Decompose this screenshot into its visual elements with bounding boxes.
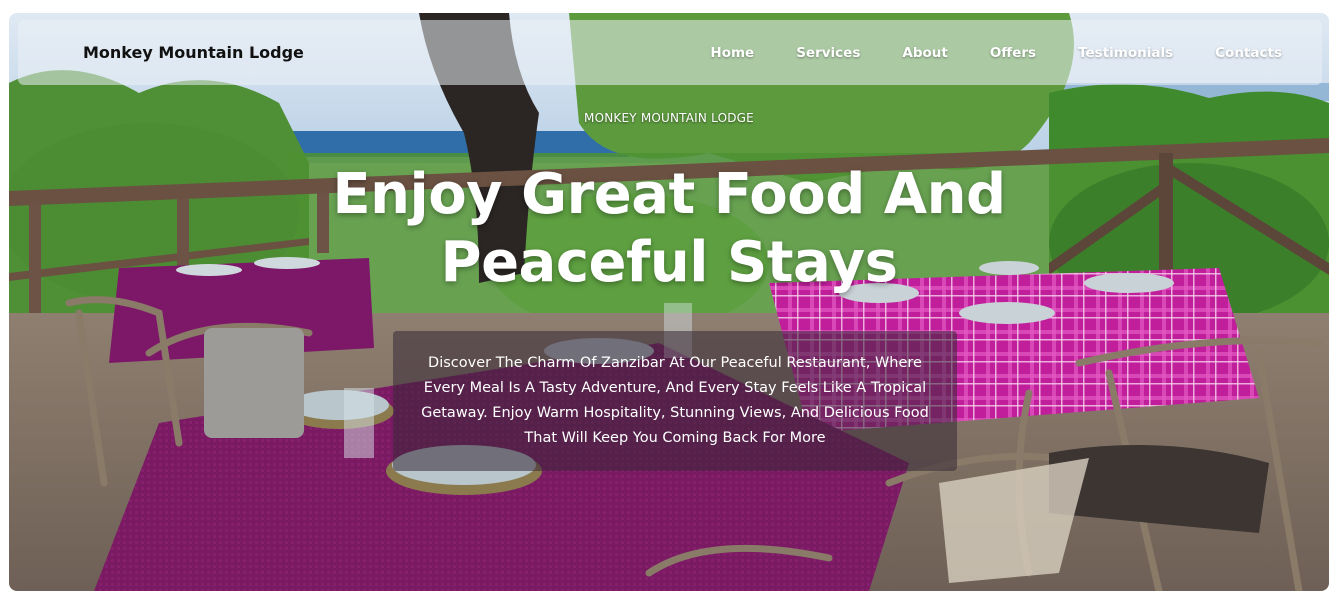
hero-headline-line-1: Enjoy Great Food And [332, 162, 1006, 227]
hero-headline: Enjoy Great Food And Peaceful Stays [9, 161, 1329, 297]
nav-link-testimonials[interactable]: Testimonials [1078, 45, 1173, 61]
hero-section: Monkey Mountain Lodge Home Services Abou… [9, 13, 1329, 591]
hero-description-box: Discover The Charm Of Zanzibar At Our Pe… [393, 331, 957, 471]
nav-link-contacts[interactable]: Contacts [1215, 45, 1282, 61]
hero-headline-line-2: Peaceful Stays [440, 230, 898, 295]
main-nav: Home Services About Offers Testimonials … [710, 45, 1282, 61]
nav-link-offers[interactable]: Offers [990, 45, 1036, 61]
hero-background-image [9, 13, 1329, 591]
hero-description: Discover The Charm Of Zanzibar At Our Pe… [421, 355, 929, 446]
nav-link-about[interactable]: About [902, 45, 947, 61]
brand-logo-text[interactable]: Monkey Mountain Lodge [83, 43, 304, 62]
top-navbar: Monkey Mountain Lodge Home Services Abou… [18, 20, 1322, 85]
nav-link-services[interactable]: Services [796, 45, 860, 61]
nav-link-home[interactable]: Home [710, 45, 754, 61]
hero-kicker: MONKEY MOUNTAIN LODGE [584, 111, 754, 125]
